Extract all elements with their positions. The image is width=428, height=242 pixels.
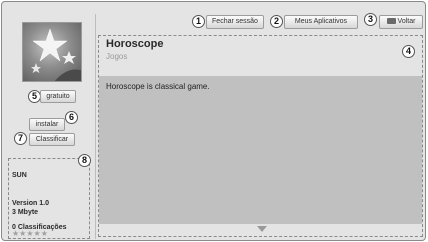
callout-3: 3 [364, 13, 377, 26]
callout-1: 1 [192, 15, 205, 28]
callout-4: 4 [402, 45, 415, 58]
back-label: Voltar [397, 18, 416, 25]
app-description: Horoscope is classical game. [106, 82, 210, 91]
rate-label: Classificar [35, 136, 69, 143]
install-label: instalar [35, 121, 59, 128]
size-text: 3 Mbyte [12, 209, 39, 216]
my-apps-button[interactable]: Meus Aplicativos [284, 15, 358, 29]
price-button[interactable]: gratuito [40, 90, 76, 103]
rate-button[interactable]: Classificar [29, 133, 75, 146]
scroll-down-arrow-icon[interactable] [257, 226, 267, 232]
vendor-text: SUN [12, 172, 27, 179]
price-label: gratuito [46, 93, 70, 100]
star-night-icon [22, 22, 82, 82]
app-description-area[interactable]: Horoscope is classical game. [99, 76, 422, 224]
app-detail-panel: Horoscope Jogos Horoscope is classical g… [98, 35, 423, 237]
callout-7: 7 [14, 132, 27, 145]
back-arrow-icon [386, 18, 396, 25]
back-button[interactable]: Voltar [379, 15, 423, 29]
callout-8: 8 [78, 154, 91, 167]
version-text: Version 1.0 [12, 200, 49, 207]
column-divider [95, 14, 96, 239]
callout-6: 6 [65, 111, 78, 124]
callout-2: 2 [270, 15, 283, 28]
app-info-panel: SUN Version 1.0 3 Mbyte 0 Classificações… [8, 158, 90, 239]
my-apps-label: Meus Aplicativos [294, 18, 348, 25]
app-title: Horoscope [106, 38, 164, 50]
install-button[interactable]: instalar [29, 118, 65, 131]
thumbnail-graphic [31, 28, 81, 81]
close-session-label: Fechar sessão [212, 18, 258, 25]
close-session-button[interactable]: Fechar sessão [206, 15, 264, 29]
rating-stars: ★★★★★ [12, 229, 48, 238]
app-category: Jogos [106, 52, 128, 61]
app-store-screen: 1 Fechar sessão 2 Meus Aplicativos 3 Vol… [1, 1, 426, 241]
